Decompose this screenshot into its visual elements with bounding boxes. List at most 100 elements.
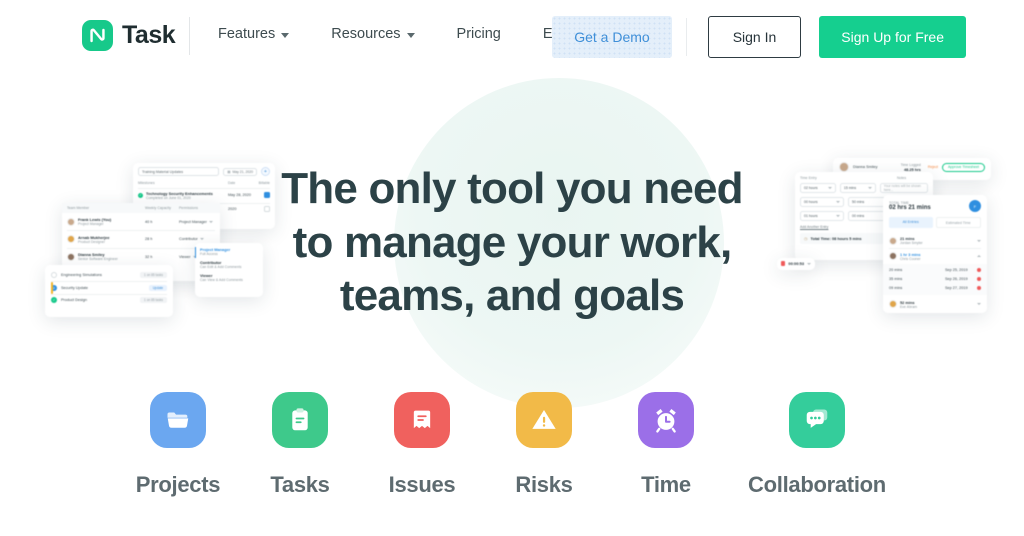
delete-dot-icon[interactable] <box>977 268 981 272</box>
team-row[interactable]: Frank Lewis (You) Project Manager 40 h P… <box>67 213 215 230</box>
headline-line-2: to manage your work, <box>292 217 733 267</box>
hours-select[interactable]: 01 hours <box>800 211 844 221</box>
hours-select[interactable]: 00 hours <box>800 197 844 207</box>
nav-label: Features <box>218 26 276 42</box>
list-item[interactable]: Engineering Simulations 1 on 85 tasks <box>51 269 167 281</box>
notes-placeholder: Your notes will be shown here... <box>883 184 921 192</box>
reject-button[interactable]: Reject <box>928 165 938 169</box>
nav-item-features[interactable]: Features <box>218 26 290 42</box>
hours-value: 00 hours <box>804 200 818 204</box>
chevron-down-icon[interactable] <box>977 239 981 242</box>
avatar <box>67 252 75 261</box>
milestone2-date: 2020 <box>228 207 237 211</box>
project-tag: Update <box>148 284 167 291</box>
notes-label: Notes <box>897 176 907 180</box>
chevron-down-icon <box>406 32 415 38</box>
list-item[interactable]: 2 Security Update Update <box>51 281 167 294</box>
time-logged-label: Time Logged <box>900 162 921 167</box>
feature-collaboration[interactable]: Collaboration <box>727 392 907 498</box>
logo[interactable]: Task <box>82 20 176 51</box>
task-title-input[interactable]: Training Material Updates <box>138 167 220 176</box>
hours-value: 02 hours <box>804 186 818 190</box>
feature-time[interactable]: Time <box>605 392 727 498</box>
sub-duration: 09 mins <box>889 286 903 290</box>
feature-issues[interactable]: Issues <box>361 392 483 498</box>
total-time-panel: TOTAL TIME 02 hrs 21 mins F All Entries … <box>883 195 987 313</box>
total-time-value: 02 hrs 21 mins <box>889 205 931 211</box>
header-divider <box>189 17 190 55</box>
option-desc: Can View & Add Comments <box>200 278 243 282</box>
avatar <box>67 235 75 243</box>
sub-date: Sep 27, 2019 <box>945 286 968 290</box>
team-row[interactable]: Arnab Mukherjee Product Designer 28 h Co… <box>67 231 215 248</box>
permission-option-viewer[interactable]: Viewer Can View & Add Comments <box>200 273 258 282</box>
member-capacity: 32 h <box>145 254 153 259</box>
chevron-down-icon <box>867 187 872 189</box>
feature-label: Issues <box>388 472 456 497</box>
entry-person: Eve Abram <box>900 304 918 309</box>
chevron-down-icon[interactable] <box>977 303 981 305</box>
log-entry-row[interactable]: 21 mins Jordan Smyter <box>889 233 981 248</box>
chevron-down-icon[interactable] <box>208 220 213 223</box>
delete-dot-icon[interactable] <box>977 286 981 290</box>
tab-all-entries[interactable]: All Entries <box>889 217 933 228</box>
permission-option-project-manager[interactable]: Project Manager Full Access <box>200 247 258 256</box>
member-role: Senior Software Engineer <box>78 257 118 261</box>
member-role: Project Manager <box>78 222 104 226</box>
notes-input[interactable]: Your notes will be shown here... <box>879 183 929 193</box>
log-entry-row[interactable]: 1 hr 3 mins Chris Cooner <box>889 249 981 264</box>
get-a-demo-button[interactable]: Get a Demo <box>552 16 672 58</box>
avatar <box>889 236 897 245</box>
hours-value: 01 hours <box>804 214 818 218</box>
sign-up-button[interactable]: Sign Up for Free <box>819 16 966 58</box>
milestone-row[interactable]: ✓ Technology Security Enhancements Compl… <box>138 191 270 200</box>
hours-select[interactable]: 02 hours <box>800 183 836 193</box>
headline-line-1: The only tool you need <box>281 164 743 213</box>
feature-risks[interactable]: Risks <box>483 392 605 498</box>
milestone-sub: Completed on June 01, 2020 <box>146 195 191 200</box>
ntask-logo-icon <box>82 20 113 51</box>
delete-dot-icon[interactable] <box>977 277 981 281</box>
timer-widget[interactable]: 00:00:53 <box>777 258 815 270</box>
time-logged-value: 48.25 hrs <box>903 166 921 172</box>
chevron-down-icon[interactable] <box>807 262 811 265</box>
chat-icon <box>789 392 845 448</box>
main-navigation: Features Resources Pricing Enterprise <box>218 26 609 42</box>
feature-label: Tasks <box>270 472 330 497</box>
nav-label: Resources <box>331 26 401 42</box>
approve-timesheet-button[interactable]: Approve Timesheet <box>942 162 985 172</box>
tab-estimated-time[interactable]: Estimated Time <box>935 217 981 228</box>
headline-line-3: teams, and goals <box>339 271 685 321</box>
chevron-down-icon[interactable] <box>199 238 204 240</box>
timer-value: 00:00:53 <box>788 261 804 266</box>
header-actions: Get a Demo Sign In Sign Up for Free <box>552 16 966 58</box>
sign-in-button[interactable]: Sign In <box>707 16 802 58</box>
nav-item-pricing[interactable]: Pricing <box>457 26 501 42</box>
feature-tasks[interactable]: Tasks <box>239 392 361 498</box>
minutes-value: 15 mins <box>843 186 857 190</box>
minutes-select[interactable]: 15 mins <box>839 183 876 193</box>
due-date-pill[interactable]: ▦ May 21, 2020 <box>223 167 257 176</box>
sub-entry-row: 35 mins Sep 26, 2019 <box>889 275 981 284</box>
permission-option-contributor[interactable]: Contributor Can Edit & Add Comments <box>200 260 258 269</box>
nav-label: Pricing <box>456 26 501 42</box>
log-entry-row[interactable]: 52 mins Eve Abram <box>889 297 981 312</box>
stop-icon[interactable] <box>781 261 786 266</box>
logo-text: Task <box>122 21 176 49</box>
milestone-date: May 28, 2020 <box>228 193 252 197</box>
feature-label: Projects <box>135 472 221 497</box>
sub-entry-row: 09 mins Sep 27, 2019 <box>889 284 981 293</box>
sub-duration: 20 mins <box>889 268 903 272</box>
entry-person: Jordan Smyter <box>900 241 923 245</box>
nav-item-resources[interactable]: Resources <box>331 26 415 42</box>
option-desc: Full Access <box>200 252 218 256</box>
folder-icon <box>150 392 206 448</box>
option-desc: Can Edit & Add Comments <box>200 265 242 269</box>
list-item[interactable]: ✓ Product Design 1 on 85 tasks <box>51 294 167 306</box>
sub-date: Sep 26, 2019 <box>945 277 968 281</box>
col-permissions: Permissions <box>179 206 199 210</box>
team-row[interactable]: Dianna Smiley Senior Software Engineer 3… <box>67 248 215 265</box>
chevron-up-icon[interactable] <box>977 255 981 257</box>
avatar <box>67 217 75 226</box>
feature-projects[interactable]: Projects <box>117 392 239 498</box>
